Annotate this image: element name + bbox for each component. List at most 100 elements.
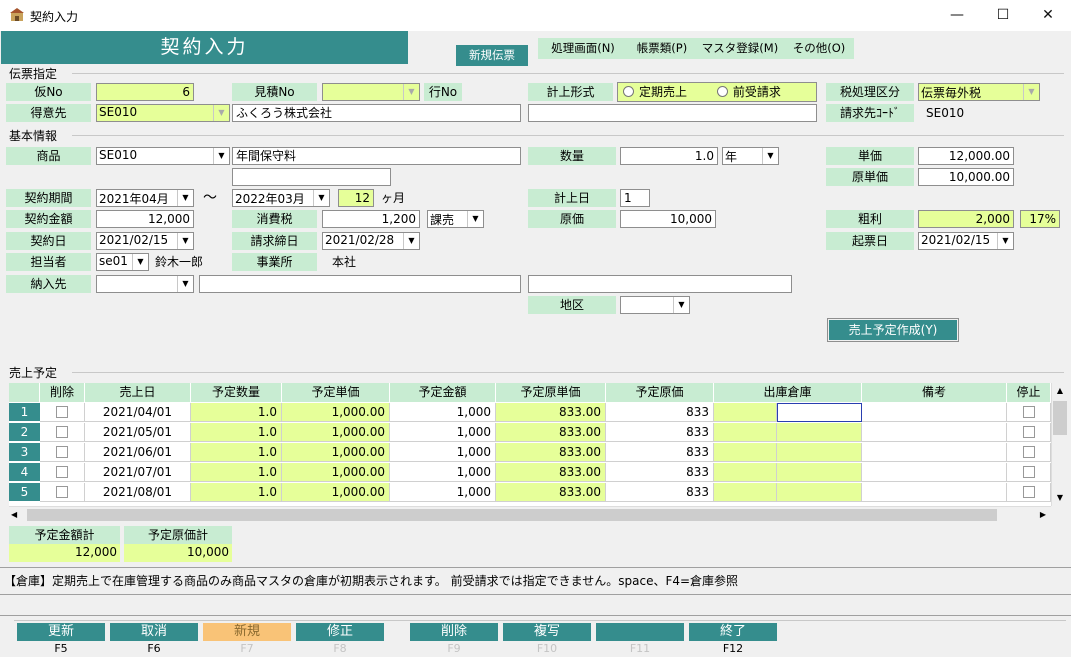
grid-cell-date[interactable]: 2021/04/01 [85,403,191,422]
kingaku-field[interactable]: 12,000 [96,210,194,228]
stop-checkbox[interactable] [1022,446,1035,458]
shohin-name-field[interactable]: 年間保守料 [232,147,521,165]
scroll-thumb[interactable] [1053,401,1067,435]
tax-type-dropdown[interactable]: 課売 ▼ [427,210,484,228]
fkey-button-f6[interactable]: 取消 [110,623,198,641]
maximize-button[interactable]: ☐ [980,0,1026,31]
new-slip-tab[interactable]: 新規伝票 [456,45,528,66]
warehouse-cell[interactable] [714,403,777,422]
fkey-button-f10[interactable]: 複写 [503,623,591,641]
delete-checkbox-cell[interactable] [40,443,85,462]
grid-cell-date[interactable]: 2021/08/01 [85,483,191,502]
kari-no-field[interactable]: 6 [96,83,194,101]
keijobi-field[interactable]: 1 [620,189,650,207]
delete-checkbox[interactable] [56,466,68,478]
grid-cell-price[interactable]: 1,000.00 [282,423,390,442]
close-button[interactable]: ✕ [1025,0,1071,31]
shimebi-dropdown[interactable]: 2021/02/28 ▼ [322,232,420,250]
delete-checkbox-cell[interactable] [40,483,85,502]
note-cell[interactable] [862,403,1007,422]
grid-cell-cost[interactable]: 833 [606,483,714,502]
grid-cell-cost-unit[interactable]: 833.00 [496,483,606,502]
stop-checkbox-cell[interactable] [1007,443,1051,462]
warehouse-cell[interactable] [714,463,777,482]
grid-cell-qty[interactable]: 1.0 [191,483,282,502]
grid-cell-date[interactable]: 2021/05/01 [85,423,191,442]
fkey-button-f11[interactable] [596,623,684,641]
grid-cell-date[interactable]: 2021/06/01 [85,443,191,462]
fkey-button-f9[interactable]: 削除 [410,623,498,641]
create-schedule-button[interactable]: 売上予定作成(Y) [827,318,959,342]
suryo-field[interactable]: 1.0 [620,147,718,165]
genka-field[interactable]: 10,000 [620,210,716,228]
fkey-button-f12[interactable]: 終了 [689,623,777,641]
grid-cell-amount[interactable]: 1,000 [390,443,496,462]
stop-checkbox[interactable] [1022,486,1035,498]
minimize-button[interactable]: — [934,0,980,31]
grid-cell-amount[interactable]: 1,000 [390,403,496,422]
row-number[interactable]: 4 [9,463,40,482]
stop-checkbox-cell[interactable] [1007,403,1051,422]
keiyakubi-dropdown[interactable]: 2021/02/15 ▼ [96,232,194,250]
tanto-dropdown[interactable]: se01 ▼ [96,253,149,271]
nonyu-name-field[interactable] [199,275,521,293]
menu-process[interactable]: 処理画面(N) [538,38,628,59]
grid-cell-price[interactable]: 1,000.00 [282,463,390,482]
scroll-left-icon[interactable]: ◀ [11,507,17,523]
gentanka-field[interactable]: 10,000.00 [918,168,1014,186]
menu-other[interactable]: その他(O) [784,38,854,59]
grid-cell-amount[interactable]: 1,000 [390,423,496,442]
shohizei-field[interactable]: 1,200 [322,210,420,228]
kihyobi-dropdown[interactable]: 2021/02/15 ▼ [918,232,1014,250]
warehouse-cell[interactable] [777,423,862,442]
grid-cell-qty[interactable]: 1.0 [191,423,282,442]
row-number[interactable]: 5 [9,483,40,502]
warehouse-cell[interactable] [777,443,862,462]
nonyu-dropdown[interactable]: ▼ [96,275,194,293]
note-cell[interactable] [862,483,1007,502]
grid-cell-cost[interactable]: 833 [606,463,714,482]
grid-cell-price[interactable]: 1,000.00 [282,483,390,502]
tokui-extra-field[interactable] [528,104,817,122]
note-cell[interactable] [862,443,1007,462]
delete-checkbox[interactable] [56,486,68,498]
stop-checkbox-cell[interactable] [1007,423,1051,442]
warehouse-cell[interactable] [777,403,862,422]
tax-proc-dropdown[interactable]: 伝票毎外税 ▼ [918,83,1040,101]
grid-cell-amount[interactable]: 1,000 [390,483,496,502]
row-number[interactable]: 3 [9,443,40,462]
chiku-dropdown[interactable]: ▼ [620,296,690,314]
radio-maeuke[interactable] [716,86,728,97]
stop-checkbox[interactable] [1022,426,1035,438]
menu-forms[interactable]: 帳票類(P) [628,38,696,59]
shohin-extra-field[interactable] [232,168,391,186]
horizontal-scrollbar[interactable]: ◀ ▶ [9,506,1051,523]
grid-cell-cost[interactable]: 833 [606,403,714,422]
warehouse-cell[interactable] [777,463,862,482]
kikan-to-dropdown[interactable]: 2022年03月 ▼ [232,189,330,207]
warehouse-cell[interactable] [714,483,777,502]
kikan-from-dropdown[interactable]: 2021年04月 ▼ [96,189,194,207]
mitsumori-dropdown[interactable]: ▼ [322,83,420,101]
grid-cell-cost[interactable]: 833 [606,443,714,462]
months-field[interactable]: 12 [338,189,374,207]
delete-checkbox[interactable] [56,426,68,438]
tokui-code-dropdown[interactable]: SE010 ▼ [96,104,230,122]
grid-cell-price[interactable]: 1,000.00 [282,443,390,462]
row-number[interactable]: 2 [9,423,40,442]
fkey-button-f8[interactable]: 修正 [296,623,384,641]
delete-checkbox-cell[interactable] [40,423,85,442]
nonyu-extra-field[interactable] [528,275,792,293]
delete-checkbox[interactable] [56,406,68,418]
grid-cell-amount[interactable]: 1,000 [390,463,496,482]
menu-master[interactable]: マスタ登録(M) [696,38,784,59]
warehouse-cell[interactable] [714,443,777,462]
vertical-scrollbar[interactable]: ▲ ▼ [1051,383,1068,506]
scroll-down-icon[interactable]: ▼ [1052,490,1068,506]
note-cell[interactable] [862,463,1007,482]
delete-checkbox[interactable] [56,446,68,458]
tokui-name-field[interactable]: ふくろう株式会社 [232,104,521,122]
fkey-button-f7[interactable]: 新規 [203,623,291,641]
grid-cell-date[interactable]: 2021/07/01 [85,463,191,482]
grid-cell-cost-unit[interactable]: 833.00 [496,443,606,462]
